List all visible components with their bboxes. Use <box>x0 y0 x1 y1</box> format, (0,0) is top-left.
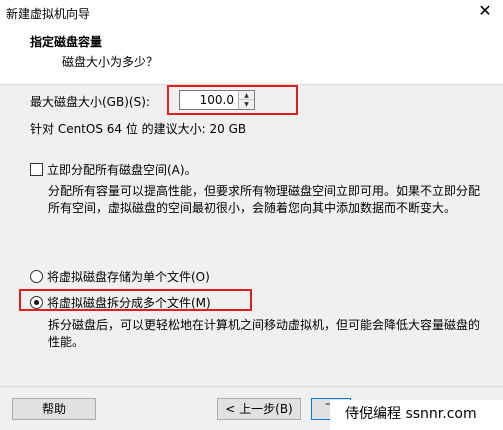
page-title: 指定磁盘容量 <box>30 35 103 49</box>
page-subtitle: 磁盘大小为多少？ <box>62 55 159 69</box>
highlight-box-split <box>19 289 252 311</box>
allocate-all-checkbox-row[interactable]: 立即分配所有磁盘空间(A)。 <box>30 161 197 178</box>
footer-divider <box>0 386 503 387</box>
wizard-header: 指定磁盘容量 磁盘大小为多少？ <box>0 26 503 85</box>
highlight-box-size <box>167 85 298 115</box>
wizard-window: 新建虚拟机向导 ✕ 指定磁盘容量 磁盘大小为多少？ 最大磁盘大小(GB)(S):… <box>0 0 503 430</box>
split-description: 拆分磁盘后，可以更轻松地在计算机之间移动虚拟机，但可能会降低大容量磁盘的性能。 <box>48 318 481 349</box>
radio-single-file[interactable] <box>30 270 43 283</box>
disk-size-label: 最大磁盘大小(GB)(S): <box>30 95 150 109</box>
radio-single-file-row[interactable]: 将虚拟磁盘存储为单个文件(O) <box>30 268 210 285</box>
back-button[interactable]: < 上一步(B) <box>217 398 301 420</box>
watermark: 侍倪编程 ssnnr.com <box>330 400 503 430</box>
allocate-description: 分配所有容量可以提高性能，但要求所有物理磁盘空间立即可用。如果不立即分配所有空间… <box>48 184 481 215</box>
close-icon[interactable]: ✕ <box>467 0 503 24</box>
allocate-all-checkbox[interactable] <box>30 163 43 176</box>
recommended-size-text: 针对 CentOS 64 位 的建议大小: 20 GB <box>30 122 247 136</box>
window-title: 新建虚拟机向导 <box>6 7 91 21</box>
allocate-all-label[interactable]: 立即分配所有磁盘空间(A)。 <box>47 161 197 178</box>
help-button[interactable]: 帮助 <box>12 398 96 420</box>
radio-single-file-label[interactable]: 将虚拟磁盘存储为单个文件(O) <box>47 268 210 285</box>
title-bar: 新建虚拟机向导 ✕ <box>0 0 503 26</box>
